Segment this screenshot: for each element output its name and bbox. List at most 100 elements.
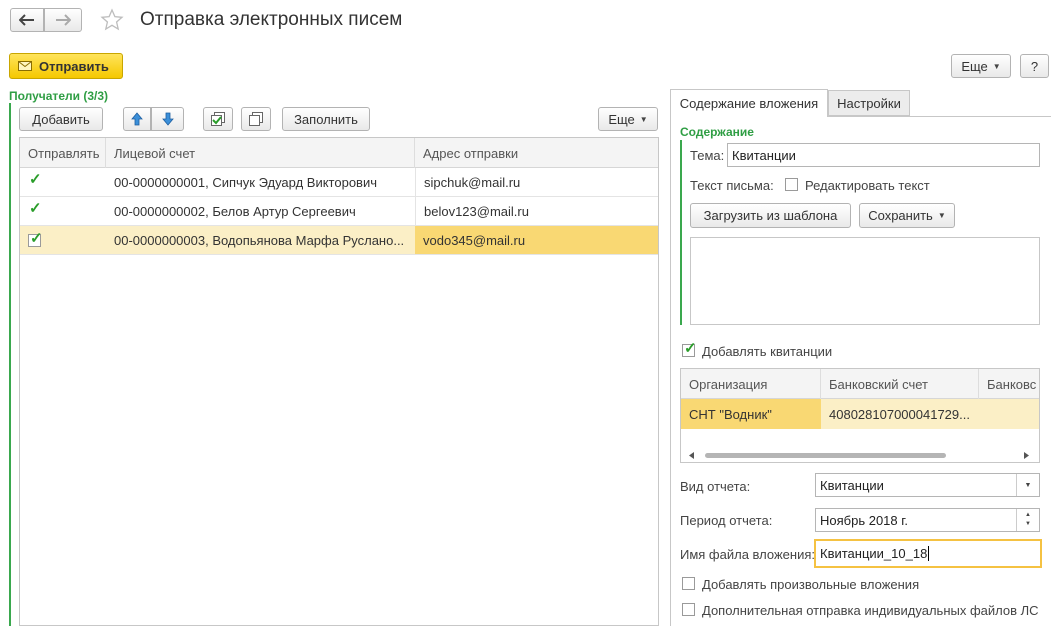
recipients-table: Отправлять Лицевой счет Адрес отправки ✓…	[19, 137, 659, 626]
period-spinner[interactable]: ▲ ▼	[1016, 509, 1039, 531]
column-header-email[interactable]: Адрес отправки	[415, 138, 658, 168]
uncheck-all-button[interactable]	[241, 107, 271, 131]
attachment-filename-input[interactable]: Квитанции_10_18	[814, 539, 1042, 568]
table-header: Отправлять Лицевой счет Адрес отправки	[20, 138, 658, 168]
scroll-left-icon	[689, 452, 694, 459]
scroll-right-icon	[1024, 452, 1029, 459]
send-checkbox[interactable]: ✓	[20, 197, 106, 225]
move-up-button[interactable]	[123, 107, 151, 131]
more-menu-button[interactable]: Еще ▼	[951, 54, 1011, 78]
add-recipient-button[interactable]: Добавить	[19, 107, 103, 131]
table-row-selected[interactable]: ✓ 00-0000000003, Водопьянова Марфа Русла…	[20, 226, 658, 255]
column-header-send[interactable]: Отправлять	[20, 138, 106, 168]
edit-text-checkbox[interactable]	[785, 178, 798, 191]
dropdown-button[interactable]: ▼	[1016, 474, 1039, 496]
back-button[interactable]	[10, 8, 44, 32]
arrow-left-icon	[19, 14, 34, 26]
fill-button[interactable]: Заполнить	[282, 107, 370, 131]
recipients-group-line	[9, 103, 11, 626]
uncheck-all-icon	[249, 112, 263, 126]
move-down-button[interactable]	[151, 107, 184, 131]
horizontal-scrollbar[interactable]	[681, 449, 1039, 462]
chevron-down-icon: ▼	[937, 211, 946, 220]
account-cell: 00-0000000002, Белов Артур Сергеевич	[114, 203, 356, 219]
favorite-star-icon[interactable]	[100, 8, 124, 32]
report-type-select[interactable]: Квитанции ▼	[815, 473, 1040, 497]
recipients-more-label: Еще	[608, 111, 635, 127]
arrow-down-icon	[161, 112, 174, 126]
report-period-input[interactable]: Ноябрь 2018 г. ▲ ▼	[815, 508, 1040, 532]
content-group-line	[680, 140, 682, 325]
subject-label: Тема:	[690, 148, 725, 163]
report-type-label: Вид отчета:	[680, 479, 751, 494]
table-row-selected[interactable]: СНТ "Водник" 408028107000041729...	[681, 399, 1039, 429]
message-body-textarea[interactable]	[690, 237, 1040, 325]
add-label: Добавить	[32, 111, 90, 127]
email-cell: sipchuk@mail.ru	[415, 168, 658, 196]
account-cell: 00-0000000001, Сипчук Эдуард Викторович	[114, 174, 377, 190]
column-header-account[interactable]: Лицевой счет	[106, 138, 415, 168]
fill-label: Заполнить	[294, 111, 358, 127]
edit-text-label: Редактировать текст	[805, 178, 930, 193]
arbitrary-attachments-label: Добавлять произвольные вложения	[702, 577, 920, 592]
load-template-label: Загрузить из шаблона	[703, 208, 838, 223]
check-all-icon	[211, 112, 225, 126]
arbitrary-attachments-checkbox[interactable]	[682, 577, 695, 590]
arrow-up-icon	[131, 112, 143, 126]
individual-files-checkbox[interactable]	[682, 603, 695, 616]
send-button[interactable]: Отправить	[9, 53, 123, 79]
help-button[interactable]: ?	[1020, 54, 1049, 78]
checkmark-icon: ✓	[28, 229, 43, 247]
spin-down-icon[interactable]: ▼	[1025, 520, 1031, 529]
report-period-value: Ноябрь 2018 г.	[820, 512, 909, 528]
save-dropdown-button[interactable]: Сохранить ▼	[859, 203, 955, 228]
column-header-bank-account[interactable]: Банковский счет	[821, 369, 979, 399]
email-cell: vodo345@mail.ru	[415, 226, 658, 254]
spin-up-icon[interactable]: ▲	[1025, 511, 1031, 520]
envelope-icon	[18, 61, 32, 71]
content-section-title: Содержание	[680, 125, 754, 139]
tab-settings[interactable]: Настройки	[828, 90, 910, 116]
add-receipts-label: Добавлять квитанции	[702, 344, 833, 359]
receipts-table: Организация Банковский счет Банковс СНТ …	[680, 368, 1040, 463]
add-receipts-checkbox[interactable]: ✓	[682, 340, 697, 357]
help-label: ?	[1030, 58, 1039, 74]
tab-content-attachment[interactable]: Содержание вложения	[670, 89, 828, 117]
chevron-down-icon: ▼	[639, 114, 648, 124]
checkmark-icon: ✓	[684, 340, 697, 357]
receipts-table-header: Организация Банковский счет Банковс	[681, 369, 1039, 399]
column-header-organization[interactable]: Организация	[681, 369, 821, 399]
recipients-more-button[interactable]: Еще ▼	[598, 107, 658, 131]
send-label: Отправить	[39, 58, 109, 74]
recipients-header: Получатели (3/3)	[9, 89, 108, 103]
subject-input[interactable]: Квитанции	[727, 143, 1040, 167]
account-cell: 00-0000000003, Водопьянова Марфа Руслано…	[114, 232, 405, 248]
scrollbar-thumb[interactable]	[705, 453, 946, 458]
table-row[interactable]: ✓ 00-0000000002, Белов Артур Сергеевич b…	[20, 197, 658, 226]
checkmark-icon: ✓	[28, 170, 42, 189]
table-row[interactable]: ✓ 00-0000000001, Сипчук Эдуард Викторови…	[20, 168, 658, 197]
chevron-down-icon: ▼	[992, 61, 1001, 71]
attachment-filename-value: Квитанции_10_18	[820, 546, 928, 561]
bank-account-cell: 408028107000041729...	[829, 406, 970, 422]
column-header-bank[interactable]: Банковс	[979, 369, 1039, 399]
report-type-value: Квитанции	[820, 477, 884, 493]
send-checkbox[interactable]: ✓	[20, 168, 106, 196]
save-label: Сохранить	[868, 208, 933, 223]
checkmark-icon: ✓	[28, 199, 42, 218]
window-title: Отправка электронных писем	[140, 9, 403, 30]
organization-cell: СНТ "Водник"	[681, 399, 821, 429]
report-period-label: Период отчета:	[680, 513, 773, 528]
check-all-button[interactable]	[203, 107, 233, 131]
body-label: Текст письма:	[690, 178, 774, 193]
email-cell: belov123@mail.ru	[415, 197, 658, 225]
more-label: Еще	[961, 58, 988, 74]
arrow-right-icon	[56, 14, 71, 26]
forward-button[interactable]	[44, 8, 82, 32]
attachment-filename-label: Имя файла вложения:	[680, 547, 815, 562]
text-cursor	[928, 546, 930, 561]
send-checkbox[interactable]: ✓	[20, 226, 106, 254]
individual-files-label: Дополнительная отправка индивидуальных ф…	[702, 603, 1039, 618]
tab-label: Содержание вложения	[679, 96, 819, 111]
load-template-button[interactable]: Загрузить из шаблона	[690, 203, 851, 228]
